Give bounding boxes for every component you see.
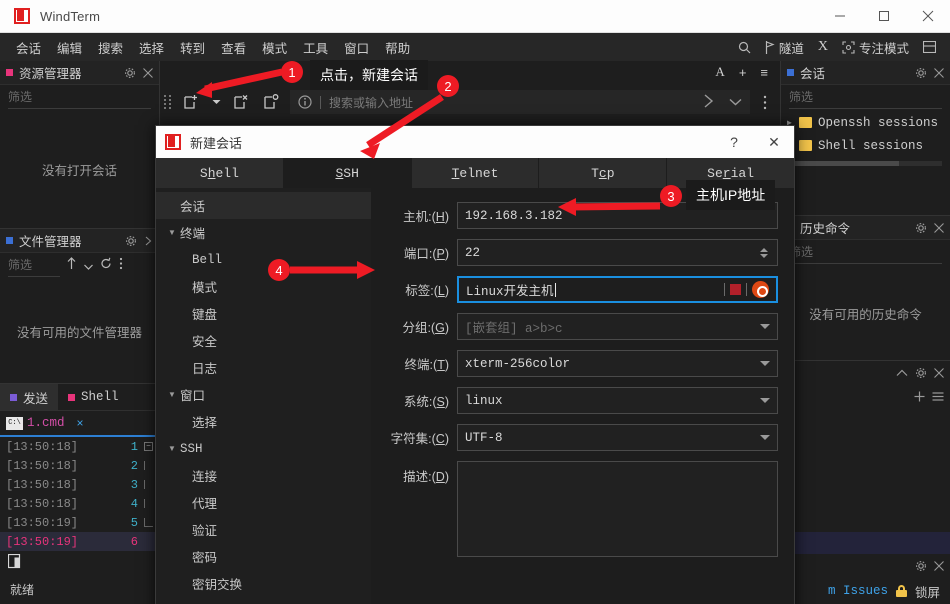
windterm-app: WindTerm 会话 编辑 搜索 选择 转到 查看 模式 工具 窗口 帮助 隧… [0,0,950,604]
annotation-badge-3: 3 [660,185,682,207]
annotation-badge-2: 2 [437,75,459,97]
annotation-badge-1: 1 [281,61,303,83]
annotation-arrows [196,68,661,279]
annotation-tooltip-1: 点击，新建会话 [310,60,428,90]
annotation-tooltip-3: 主机IP地址 [686,180,776,210]
annotation-badge-4: 4 [268,259,290,281]
